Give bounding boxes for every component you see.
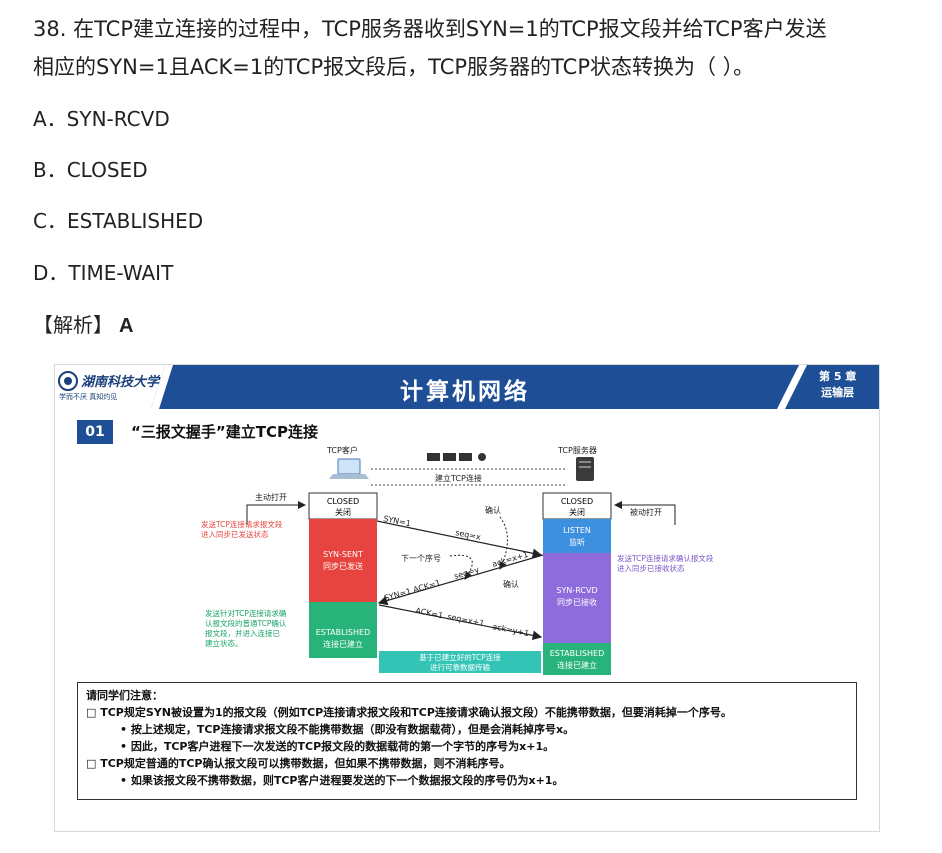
option-a: A．SYN-RCVD (33, 107, 170, 131)
listen-cn: 监听 (569, 537, 585, 547)
notice-box: 请同学们注意： □ TCP规定SYN被设置为1的报文段（例如TCP连接请求报文段… (77, 682, 857, 800)
syn-rcvd-en: SYN-RCVD (556, 586, 597, 595)
confirm-label-1: 确认 (485, 505, 501, 515)
notice-1: □ TCP规定SYN被设置为1的报文段（例如TCP连接请求报文段和TCP连接请求… (86, 706, 732, 719)
chapter-number: 第 5 章 (819, 370, 857, 383)
question-text: 38. 在TCP建立连接的过程中，TCP服务器收到SYN=1的TCP报文段并给T… (33, 10, 913, 86)
three-way-handshake-diagram: TCP客户 TCP服务器 建立TCP连接 CLOSED 关闭 SYN-SENT … (201, 445, 714, 675)
note-left2-b: 认报文段的普通TCP确认 (205, 618, 287, 628)
university-motto: 学而不厌 真知灼见 (59, 393, 118, 401)
client-est-cn: 连接已建立 (323, 639, 363, 649)
msg2-ack: ack=x+1 (491, 550, 529, 569)
client-closed-en: CLOSED (327, 497, 359, 506)
note-left1-a: 发送TCP连接请求报文段 (201, 519, 283, 529)
notice-1b: • 因此，TCP客户进程下一次发送的TCP报文段的数据载荷的第一个字节的序号为x… (120, 740, 555, 753)
note-left2-d: 建立状态。 (205, 638, 243, 648)
mail-icons (427, 453, 486, 461)
analysis: 【解析】 A (33, 309, 133, 338)
server-listen-state (543, 519, 611, 553)
question-line-2: 相应的SYN=1且ACK=1的TCP报文段后，TCP服务器的TCP状态转换为（ … (33, 55, 755, 79)
client-closed-cn: 关闭 (335, 507, 351, 517)
msg1-syn: SYN=1 (383, 514, 412, 528)
notice-1a: • 按上述规定，TCP连接请求报文段不能携带数据（即没有数据载荷），但是会消耗掉… (120, 723, 575, 736)
chapter-label: 第 5 章 运输层 (819, 369, 856, 401)
connect-label: 建立TCP连接 (435, 473, 482, 483)
msg2-flags: SYN=1 ACK=1 (383, 578, 441, 603)
analysis-label: 【解析】 (33, 313, 113, 337)
notice-title: 请同学们注意： (86, 689, 163, 702)
msg3-seq: seq=x+1 (447, 612, 485, 628)
server-established-state (543, 643, 611, 675)
note-left2-a: 发送针对TCP连接请求确 (205, 608, 286, 618)
notice-2: □ TCP规定普通的TCP确认报文段可以携带数据，但如果不携带数据，则不消耗序号… (86, 757, 511, 770)
option-d: D．TIME-WAIT (33, 261, 174, 285)
section-title: “三报文握手”建立TCP连接 (131, 423, 318, 441)
analysis-answer: A (119, 315, 134, 337)
server-closed-cn: 关闭 (569, 507, 585, 517)
server-closed-en: CLOSED (561, 497, 593, 506)
data-transfer-b: 进行可靠数据传输 (430, 662, 490, 672)
passive-open-label: 被动打开 (630, 507, 662, 517)
server-icon (576, 457, 594, 481)
next-seq-label: 下一个序号 (401, 553, 441, 563)
course-title: 计算机网络 (400, 379, 530, 405)
msg3-acknum: ack=y+1 (492, 622, 530, 638)
question-line-1: 38. 在TCP建立连接的过程中，TCP服务器收到SYN=1的TCP报文段并给T… (33, 17, 827, 41)
server-est-cn: 连接已建立 (557, 660, 597, 670)
client-est-en: ESTABLISHED (316, 628, 370, 637)
data-transfer-a: 基于已建立好的TCP连接 (419, 652, 501, 662)
msg2-seq: seq=y (453, 565, 480, 581)
note-right1-a: 发送TCP连接请求确认报文段 (617, 553, 714, 563)
server-label: TCP服务器 (557, 445, 597, 455)
client-label: TCP客户 (326, 445, 358, 455)
listen-en: LISTEN (563, 526, 591, 535)
syn-sent-cn: 同步已发送 (323, 561, 363, 571)
option-b: B．CLOSED (33, 158, 148, 182)
syn-rcvd-cn: 同步已接收 (557, 597, 597, 607)
lecture-slide-image: 湖南科技大学 学而不厌 真知灼见 计算机网络 第 5 章 运输层 01 “三报文… (54, 364, 880, 832)
msg3-ack: ACK=1 (415, 606, 444, 620)
option-c: C．ESTABLISHED (33, 209, 204, 233)
note-left1-b: 进入同步已发送状态 (201, 529, 269, 539)
note-left2-c: 报文段，并进入连接已 (205, 628, 280, 638)
syn-sent-en: SYN-SENT (323, 550, 363, 559)
confirm-label-2: 确认 (503, 579, 519, 589)
university-name: 湖南科技大学 (81, 375, 160, 390)
notice-2a: • 如果该报文段不携带数据，则TCP客户进程要发送的下一个数据报文段的序号仍为x… (120, 774, 564, 787)
chapter-name: 运输层 (821, 386, 855, 399)
client-syn-sent-state (309, 519, 377, 602)
note-right1-b: 进入同步已接收状态 (617, 563, 685, 573)
server-est-en: ESTABLISHED (550, 649, 604, 658)
active-open-label: 主动打开 (255, 492, 287, 502)
laptop-icon (329, 458, 369, 479)
